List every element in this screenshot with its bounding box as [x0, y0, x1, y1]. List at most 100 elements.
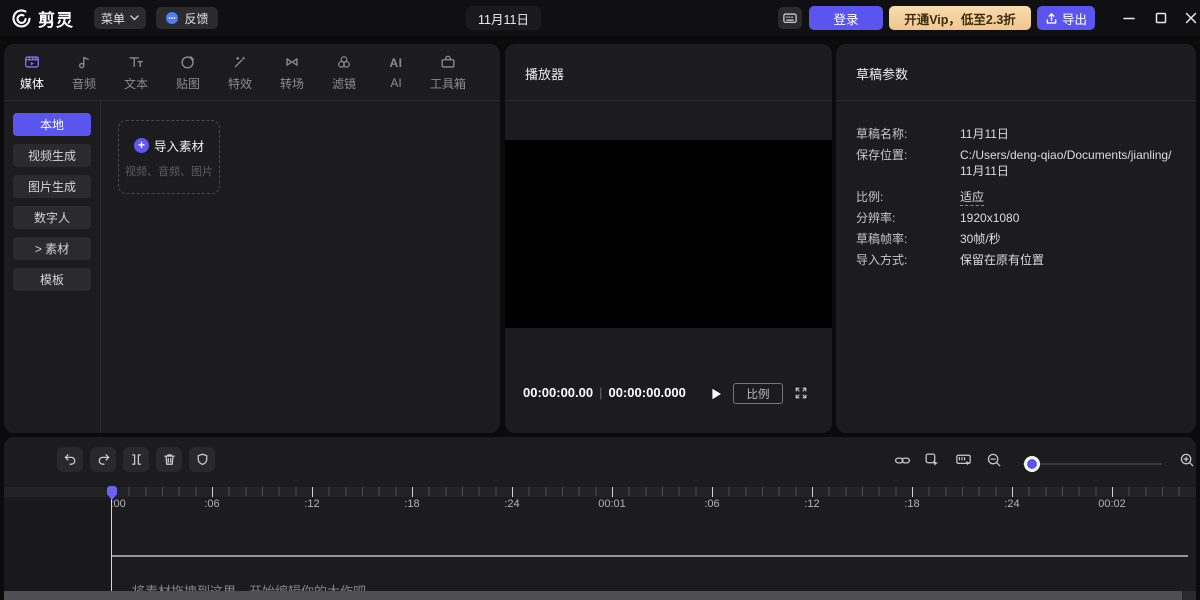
link-snap-icon[interactable] — [891, 449, 913, 471]
tab-effects[interactable]: 特效 — [214, 44, 266, 100]
app-logo: 剪灵 — [10, 6, 74, 31]
sidebar-item-video-gen[interactable]: 视频生成 — [13, 144, 91, 167]
feedback-button-label: 反馈 — [184, 10, 208, 27]
draft-field-framerate: 草稿帧率: 30帧/秒 — [856, 231, 1176, 247]
play-button[interactable] — [707, 385, 725, 403]
draft-field-resolution: 分辨率: 1920x1080 — [856, 210, 1176, 226]
minimize-button[interactable] — [1116, 6, 1142, 30]
tab-media[interactable]: 媒体 — [6, 44, 58, 100]
media-tab-bar: 媒体 音频 文本 — [6, 44, 476, 100]
sidebar-item-templates[interactable]: 模板 — [13, 268, 91, 291]
zoom-out-icon[interactable] — [983, 449, 1005, 471]
login-button[interactable]: 登录 — [809, 6, 883, 30]
undo-button[interactable] — [57, 447, 83, 472]
project-title-text: 11月11日 — [478, 9, 529, 28]
draft-divider — [836, 100, 1196, 101]
media-panel: 媒体 音频 文本 — [4, 44, 500, 433]
tab-filters-label: 滤镜 — [332, 75, 356, 92]
vip-button-label: 开通Vip，低至2.3折 — [904, 9, 1016, 28]
top-bar: 剪灵 菜单 反馈 11月11日 — [0, 0, 1200, 36]
sticker-icon — [179, 53, 197, 71]
shortcut-keyboard-button[interactable] — [778, 7, 802, 29]
tab-ai[interactable]: AI AI — [370, 44, 422, 100]
tab-audio[interactable]: 音频 — [58, 44, 110, 100]
redo-button[interactable] — [90, 447, 116, 472]
delete-button[interactable] — [156, 447, 182, 472]
timeline-toolbar — [4, 437, 1196, 485]
field-value: 1920x1080 — [960, 210, 1176, 226]
feedback-button[interactable]: 反馈 — [156, 7, 218, 29]
total-duration: 00:00:00.000 — [609, 385, 686, 400]
import-media-dropzone[interactable]: + 导入素材 视频、音频、图片 — [118, 120, 220, 194]
keyboard-icon — [782, 11, 798, 25]
chat-bubble-icon — [165, 11, 179, 25]
ratio-button-label: 比例 — [747, 386, 770, 402]
player-panel-title: 播放器 — [525, 64, 564, 83]
transition-bowtie-icon — [283, 53, 301, 71]
time-separator: | — [593, 385, 608, 400]
field-label: 分辨率: — [856, 210, 960, 226]
sidebar-item-image-gen[interactable]: 图片生成 — [13, 175, 91, 198]
tab-transitions[interactable]: 转场 — [266, 44, 318, 100]
player-panel: 播放器 00:00:00.00|00:00:00.000 比例 — [505, 44, 832, 433]
field-value[interactable]: 适应 — [960, 189, 1176, 205]
player-divider — [505, 100, 832, 101]
draft-field-name: 草稿名称: 11月11日 — [856, 126, 1176, 142]
tab-toolbox[interactable]: 工具箱 — [422, 44, 474, 100]
ruler-minor-ticks — [112, 487, 1194, 496]
preview-axis-icon[interactable] — [952, 449, 974, 471]
shield-icon-button[interactable] — [189, 447, 215, 472]
app-window: 剪灵 菜单 反馈 11月11日 — [0, 0, 1200, 600]
sidebar-item-local[interactable]: 本地 — [13, 113, 91, 136]
tab-sticker[interactable]: 贴图 — [162, 44, 214, 100]
ratio-button[interactable]: 比例 — [733, 383, 783, 404]
tab-filters[interactable]: 滤镜 — [318, 44, 370, 100]
timeline-zoom-slider-track[interactable] — [1022, 463, 1162, 465]
main-track-guide-line — [112, 555, 1188, 557]
media-video-icon — [23, 53, 41, 71]
field-label: 草稿名称: — [856, 126, 960, 142]
maximize-button[interactable] — [1148, 6, 1174, 30]
draft-fields: 草稿名称: 11月11日 保存位置: C:/Users/deng-qiao/Do… — [856, 126, 1176, 273]
sidebar-item-assets[interactable]: > 素材 — [13, 237, 91, 260]
split-button[interactable] — [123, 447, 149, 472]
toolbox-icon — [439, 53, 457, 71]
text-icon — [127, 53, 145, 71]
close-button[interactable] — [1178, 6, 1200, 30]
tab-text[interactable]: 文本 — [110, 44, 162, 100]
timeline-horizontal-scrollbar[interactable] — [4, 591, 1196, 600]
linkage-select-icon[interactable] — [921, 449, 943, 471]
draft-field-import-mode: 导入方式: 保留在原有位置 — [856, 252, 1176, 268]
field-label: 比例: — [856, 189, 960, 205]
tab-sticker-label: 贴图 — [176, 75, 200, 92]
music-note-icon — [75, 53, 93, 71]
vip-upgrade-button[interactable]: 开通Vip，低至2.3折 — [889, 6, 1031, 30]
field-value: C:/Users/deng-qiao/Documents/jianling/11… — [960, 147, 1176, 179]
export-button-label: 导出 — [1062, 9, 1087, 28]
media-sidebar: 本地 视频生成 图片生成 数字人 > 素材 模板 — [4, 101, 101, 433]
draft-params-panel: 草稿参数 草稿名称: 11月11日 保存位置: C:/Users/deng-qi… — [836, 44, 1196, 433]
fullscreen-icon[interactable] — [793, 385, 811, 403]
tab-text-label: 文本 — [124, 75, 148, 92]
draft-panel-title: 草稿参数 — [856, 64, 908, 83]
login-button-label: 登录 — [833, 9, 858, 28]
plus-icon: + — [134, 138, 149, 153]
tab-media-label: 媒体 — [20, 75, 44, 92]
tab-audio-label: 音频 — [72, 75, 96, 92]
video-preview-canvas — [505, 140, 832, 328]
export-button[interactable]: 导出 — [1037, 6, 1095, 30]
tab-toolbox-label: 工具箱 — [430, 75, 466, 92]
timeline-zoom-slider-knob[interactable] — [1024, 456, 1040, 472]
ai-icon: AI — [390, 54, 403, 72]
field-label: 草稿帧率: — [856, 231, 960, 247]
tab-transitions-label: 转场 — [280, 75, 304, 92]
project-title: 11月11日 — [466, 6, 541, 30]
chevron-down-icon — [130, 15, 139, 21]
playhead-line[interactable] — [111, 487, 112, 592]
zoom-in-icon[interactable] — [1176, 449, 1196, 471]
current-time: 00:00:00.00 — [523, 385, 593, 400]
sidebar-item-digital-human[interactable]: 数字人 — [13, 206, 91, 229]
time-display: 00:00:00.00|00:00:00.000 — [523, 385, 686, 400]
menu-button[interactable]: 菜单 — [94, 7, 146, 29]
export-icon — [1045, 12, 1058, 25]
